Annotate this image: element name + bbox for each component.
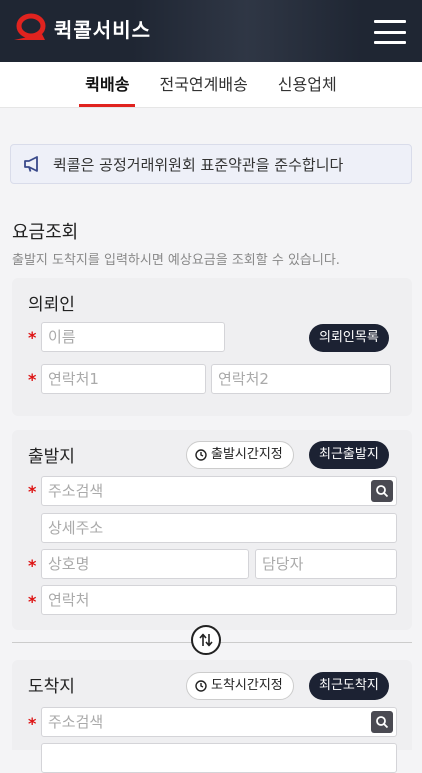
page-title: 요금조회 [12,222,79,243]
app-header: 퀵콜서비스 [0,0,422,62]
page-subtitle: 출발지 도착지를 입력하시면 예상요금을 조회할 수 있습니다. [12,253,340,268]
hamburger-icon[interactable] [374,20,406,44]
tab-credit-company[interactable]: 신용업체 [278,62,337,107]
requester-contact1-input[interactable]: 연락처1 [41,364,206,394]
notice-banner[interactable]: 퀵콜은 공정거래위원회 표준약관을 준수합니다 [10,144,412,184]
requester-title: 의뢰인 [28,295,75,315]
tab-nationwide-delivery[interactable]: 전국연계배송 [159,62,247,107]
arrival-address-input[interactable]: 주소검색 [41,707,397,737]
departure-detail-input[interactable]: 상세주소 [41,513,397,543]
required-mark: * [28,592,37,611]
departure-manager-input[interactable]: 담당자 [255,549,397,579]
clock-icon [195,680,207,692]
swap-arrows-icon[interactable] [191,625,221,655]
required-mark: * [28,328,37,347]
departure-company-input[interactable]: 상호명 [41,549,249,579]
logo[interactable]: 퀵콜서비스 [12,12,151,44]
main-tabs: 퀵배송 전국연계배송 신용업체 [0,62,422,108]
logo-text: 퀵콜서비스 [54,17,151,42]
departure-card: 출발지 출발시간지정 최근출발지 * 주소검색 상세주소 * 상호명 담당자 *… [12,430,412,630]
arrival-detail-input[interactable] [41,743,397,773]
requester-contact2-input[interactable]: 연락처2 [211,364,391,394]
recent-arrival-button[interactable]: 최근도착지 [309,672,389,700]
logo-mark-icon [14,13,46,40]
tab-quick-delivery[interactable]: 퀵배송 [79,62,136,107]
requester-list-button[interactable]: 의뢰인목록 [309,324,389,352]
arrival-time-label: 도착시간지정 [211,678,283,693]
megaphone-icon [24,156,38,172]
notice-text: 퀵콜은 공정거래위원회 표준약관을 준수합니다 [53,155,344,174]
requester-name-input[interactable]: 이름 [41,322,225,352]
departure-address-input[interactable]: 주소검색 [41,476,397,506]
arrival-time-button[interactable]: 도착시간지정 [186,672,294,700]
required-mark: * [28,482,37,501]
clock-icon [195,449,207,461]
required-mark: * [28,370,37,389]
requester-card: 의뢰인 * 이름 의뢰인목록 * 연락처1 연락처2 [12,278,412,416]
departure-time-label: 출발시간지정 [211,447,283,462]
required-mark: * [28,556,37,575]
departure-title: 출발지 [28,447,75,467]
search-icon[interactable] [371,480,393,502]
search-icon[interactable] [371,711,393,733]
arrival-card: 도착지 도착시간지정 최근도착지 * 주소검색 [12,660,412,773]
arrival-title: 도착지 [28,677,75,697]
header-background-decoration [132,0,362,62]
departure-time-button[interactable]: 출발시간지정 [186,441,294,469]
required-mark: * [28,714,37,733]
departure-contact-input[interactable]: 연락처 [41,585,397,615]
recent-departure-button[interactable]: 최근출발지 [309,441,389,469]
